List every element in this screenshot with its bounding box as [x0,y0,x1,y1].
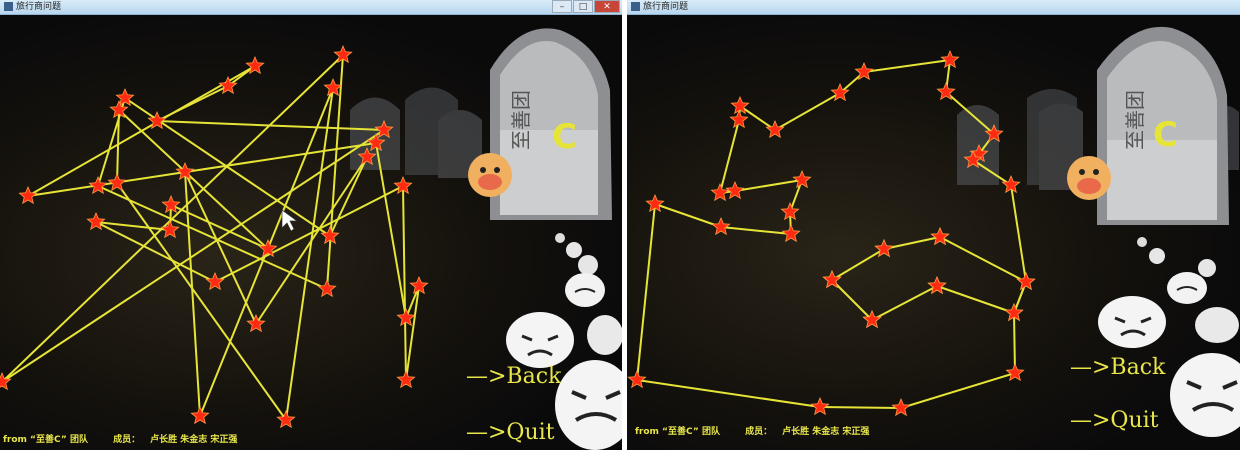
route-lines [636,59,1027,409]
footer-members: 卢长胜 朱金志 宋正强 [150,435,238,445]
tsp-window-random-route: 旅行商问题 – □ ✕ 至善团 C —>Back —>Quit from “至善… [0,0,622,450]
footer-members: 卢长胜 朱金志 宋正强 [782,427,870,437]
route-segment [936,285,1015,314]
city-star-icon [710,182,730,202]
city-star-icon [396,369,416,389]
back-button[interactable]: —>Back [466,364,561,389]
route-segment [636,203,656,381]
route-segment [184,171,257,325]
city-star-icon [765,119,785,139]
city-star-icon [18,185,38,205]
footer-credits: from “至善C” 团队 成员： 卢长胜 朱金志 宋正强 [3,432,247,445]
route-segment [719,119,740,194]
tsp-window-optimized-route: 旅行商问题 至善团 C —>Back —>Quit from “至善C” 团队 … [627,0,1240,450]
route-segment [654,203,722,228]
route-segment [156,85,229,122]
route-segment [831,279,873,321]
pig-mascot-icon [468,153,512,197]
route-segment [184,171,201,417]
route-segment [1010,184,1027,283]
city-star-icon [1005,362,1025,382]
footer-credits: from “至善C” 团队 成员： 卢长胜 朱金志 宋正强 [635,424,879,437]
route-segment [900,372,1016,409]
ghost-decoration [1098,237,1240,437]
route-segment [285,87,334,421]
city-star-icon [190,405,210,425]
city-star-icon [927,275,947,295]
route-segment [734,179,803,192]
scene-art: 至善团 C [627,26,1240,437]
svg-text:至善团: 至善团 [1123,90,1147,150]
route-segment [214,185,404,283]
route-segment [863,59,951,73]
city-star-icon [1016,271,1036,291]
quit-button[interactable]: —>Quit [1070,408,1159,433]
city-star-icon [205,271,225,291]
tombstone-decoration [350,87,482,178]
footer-members-label: 成员： [113,435,141,445]
route-segment [774,92,841,131]
city-star-icon [317,278,337,298]
route-segment [720,226,792,235]
footer-team: from “至善C” 团队 [3,435,88,445]
city-star-icon [930,226,950,246]
route-segment [97,185,328,290]
city-star-icon [107,172,127,192]
route-segment [636,379,821,408]
city-star-icon [86,211,106,231]
route-segment [402,185,407,381]
city-star-icon [891,397,911,417]
route-segment [939,236,1027,283]
route-segment [170,204,269,250]
city-star-icon [160,219,180,239]
svg-text:至善团: 至善团 [509,90,533,150]
city-star-icon [792,169,812,189]
route-segment [871,285,938,321]
city-star-icon [810,396,830,416]
city-star-icon [246,313,266,333]
ghost-decoration [506,233,622,450]
city-star-icon [627,369,647,389]
city-star-icon [218,75,238,95]
footer-team: from “至善C” 团队 [635,427,720,437]
city-star-icon [781,223,801,243]
route-segment [883,236,941,250]
back-button[interactable]: —>Back [1070,355,1165,380]
route-segment [831,248,885,281]
quit-button[interactable]: —>Quit [466,420,555,445]
city-star-icon [88,175,108,195]
c-logo: C [1153,115,1178,155]
c-logo: C [552,117,577,157]
city-star-icon [276,409,296,429]
route-segment [1,129,385,383]
city-star-icon [874,238,894,258]
city-star-icon [711,216,731,236]
route-segment [819,406,902,409]
pig-mascot-icon [1067,156,1111,200]
big-tombstone: 至善团 [490,28,612,220]
route-segment [95,221,171,231]
footer-members-label: 成员： [745,427,773,437]
